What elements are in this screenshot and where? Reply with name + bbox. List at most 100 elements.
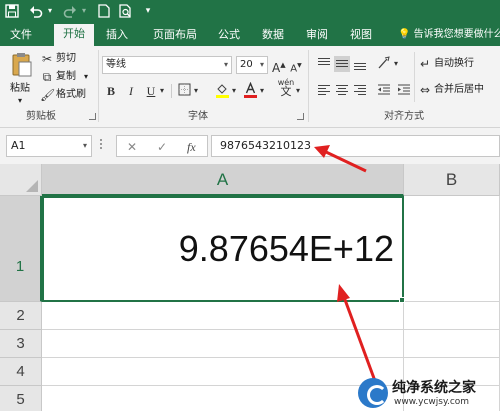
fill-handle[interactable] bbox=[399, 297, 405, 303]
merge-center-icon: ⇔ bbox=[419, 83, 431, 97]
divider bbox=[171, 84, 172, 98]
redo-icon[interactable] bbox=[62, 2, 78, 20]
cut-button[interactable]: ✂ 剪切 bbox=[40, 52, 90, 66]
borders-button[interactable] bbox=[176, 83, 192, 99]
copy-icon: ⧉ bbox=[42, 70, 52, 84]
borders-icon bbox=[178, 83, 190, 96]
chevron-down-icon: ▾ bbox=[82, 141, 87, 150]
cancel-icon[interactable]: ✕ bbox=[127, 137, 137, 157]
tab-insert[interactable]: 插入 bbox=[100, 26, 134, 46]
cell-a2[interactable] bbox=[42, 302, 404, 330]
fill-color-icon bbox=[215, 84, 229, 98]
cell-a3[interactable] bbox=[42, 330, 404, 358]
column-header-a[interactable]: A bbox=[42, 164, 404, 196]
wrap-text-label: 自动换行 bbox=[434, 58, 474, 69]
tab-home[interactable]: 开始 bbox=[54, 24, 94, 46]
shrink-font-button[interactable]: A▼ bbox=[290, 59, 302, 76]
row-header-2[interactable]: 2 bbox=[0, 302, 42, 330]
format-painter-label: 格式刷 bbox=[56, 89, 86, 100]
fill-color-dropdown-icon[interactable]: ▾ bbox=[230, 84, 238, 98]
font-launcher-icon[interactable] bbox=[297, 113, 304, 120]
new-document-icon[interactable] bbox=[96, 2, 112, 20]
cell-a4[interactable] bbox=[42, 358, 404, 386]
tab-formulas[interactable]: 公式 bbox=[212, 26, 246, 46]
increase-indent-icon bbox=[398, 84, 410, 95]
align-left-button[interactable] bbox=[316, 82, 332, 98]
format-painter-button[interactable]: 🖌 格式刷 bbox=[40, 88, 96, 102]
underline-button[interactable]: U bbox=[144, 84, 158, 98]
orientation-button[interactable] bbox=[376, 56, 392, 73]
font-size-select[interactable]: 20 ▾ bbox=[236, 56, 268, 74]
cell-b3[interactable] bbox=[404, 330, 500, 358]
clipboard-launcher-icon[interactable] bbox=[89, 113, 96, 120]
undo-dropdown-icon[interactable]: ▾ bbox=[46, 2, 54, 20]
font-name-select[interactable]: 等线 ▾ bbox=[102, 56, 232, 74]
select-all-icon bbox=[26, 180, 38, 192]
scissors-icon: ✂ bbox=[41, 52, 53, 66]
insert-function-icon[interactable]: fx bbox=[187, 137, 196, 157]
grow-font-icon: ▲ bbox=[280, 61, 286, 69]
tab-review[interactable]: 审阅 bbox=[300, 26, 334, 46]
cell-a5[interactable] bbox=[42, 386, 404, 411]
row-header-1[interactable]: 1 bbox=[0, 196, 42, 302]
underline-dropdown-icon[interactable]: ▾ bbox=[158, 84, 166, 98]
phonetic-dropdown-icon[interactable]: ▾ bbox=[294, 84, 302, 98]
excel-window: ▾ ▾ ▾ 文件 开始 插入 页面布局 公式 数据 审阅 视图 💡 告诉我您想要… bbox=[0, 0, 500, 411]
wrap-text-button[interactable]: ↵ 自动换行 bbox=[418, 56, 498, 72]
orientation-dropdown-icon[interactable]: ▾ bbox=[392, 57, 400, 71]
font-color-dropdown-icon[interactable]: ▾ bbox=[258, 84, 266, 98]
font-color-button[interactable] bbox=[242, 81, 258, 101]
quick-access-toolbar: ▾ ▾ ▾ bbox=[0, 0, 500, 22]
paste-button[interactable]: 粘贴 ▾ bbox=[8, 52, 36, 106]
font-name-value: 等线 bbox=[106, 59, 126, 70]
cell-b2[interactable] bbox=[404, 302, 500, 330]
customize-icon[interactable]: ▾ bbox=[142, 2, 154, 20]
align-center-button[interactable] bbox=[334, 82, 350, 98]
phonetic-guide-button[interactable]: wén 文 bbox=[276, 78, 296, 97]
cell-a1-selected[interactable]: 9.87654E+12 bbox=[42, 196, 404, 302]
ribbon-home: 粘贴 ▾ ✂ 剪切 ⧉ 复制 ▾ 🖌 格式刷 剪贴板 等线 ▾ 20 ▾ A▲ … bbox=[0, 46, 500, 128]
tab-view[interactable]: 视图 bbox=[344, 26, 378, 46]
redo-dropdown-icon[interactable]: ▾ bbox=[80, 2, 88, 20]
borders-dropdown-icon[interactable]: ▾ bbox=[192, 84, 200, 98]
group-divider bbox=[98, 50, 99, 122]
ribbon-tabs: 文件 开始 插入 页面布局 公式 数据 审阅 视图 💡 告诉我您想要做什么 bbox=[0, 22, 500, 46]
formula-buttons: ✕ ✓ fx bbox=[116, 135, 208, 157]
tab-data[interactable]: 数据 bbox=[256, 26, 290, 46]
italic-button[interactable]: I bbox=[124, 84, 138, 98]
tab-page-layout[interactable]: 页面布局 bbox=[146, 26, 204, 46]
row-header-5[interactable]: 5 bbox=[0, 386, 42, 411]
merge-center-button[interactable]: ⇔ 合并后居中 bbox=[418, 82, 500, 98]
phonetic-char-label: 文 bbox=[280, 85, 292, 98]
select-all-button[interactable] bbox=[0, 164, 42, 196]
align-right-button[interactable] bbox=[352, 82, 368, 98]
decrease-indent-button[interactable] bbox=[376, 82, 392, 99]
bold-button[interactable]: B bbox=[104, 84, 118, 98]
undo-icon[interactable] bbox=[28, 2, 44, 20]
tell-me-box[interactable]: 💡 告诉我您想要做什么 bbox=[398, 26, 500, 44]
copy-label: 复制 bbox=[56, 71, 76, 82]
tab-file[interactable]: 文件 bbox=[4, 26, 38, 46]
font-group-label: 字体 bbox=[188, 111, 208, 122]
formula-input[interactable]: 9876543210123 bbox=[211, 135, 500, 157]
name-box[interactable]: A1 ▾ bbox=[6, 135, 92, 157]
copy-button[interactable]: ⧉ 复制 ▾ bbox=[40, 70, 94, 84]
save-icon[interactable] bbox=[4, 2, 20, 20]
align-bottom-button[interactable] bbox=[352, 56, 368, 72]
increase-indent-button[interactable] bbox=[396, 82, 412, 99]
grow-font-button[interactable]: A▲ bbox=[272, 58, 286, 75]
enter-icon[interactable]: ✓ bbox=[157, 137, 167, 157]
resize-handle[interactable] bbox=[100, 139, 103, 153]
align-top-button[interactable] bbox=[316, 56, 332, 72]
fill-color-button[interactable] bbox=[214, 83, 230, 101]
wrap-text-icon: ↵ bbox=[419, 57, 431, 71]
align-middle-button[interactable] bbox=[334, 56, 350, 72]
chevron-down-icon: ▾ bbox=[259, 60, 264, 69]
column-header-b[interactable]: B bbox=[404, 164, 500, 196]
row-header-3[interactable]: 3 bbox=[0, 330, 42, 358]
print-preview-icon[interactable] bbox=[118, 2, 134, 20]
row-header-4[interactable]: 4 bbox=[0, 358, 42, 386]
cell-b1[interactable] bbox=[404, 196, 500, 302]
paste-dropdown-icon: ▾ bbox=[18, 96, 23, 105]
decrease-indent-icon bbox=[378, 84, 390, 95]
